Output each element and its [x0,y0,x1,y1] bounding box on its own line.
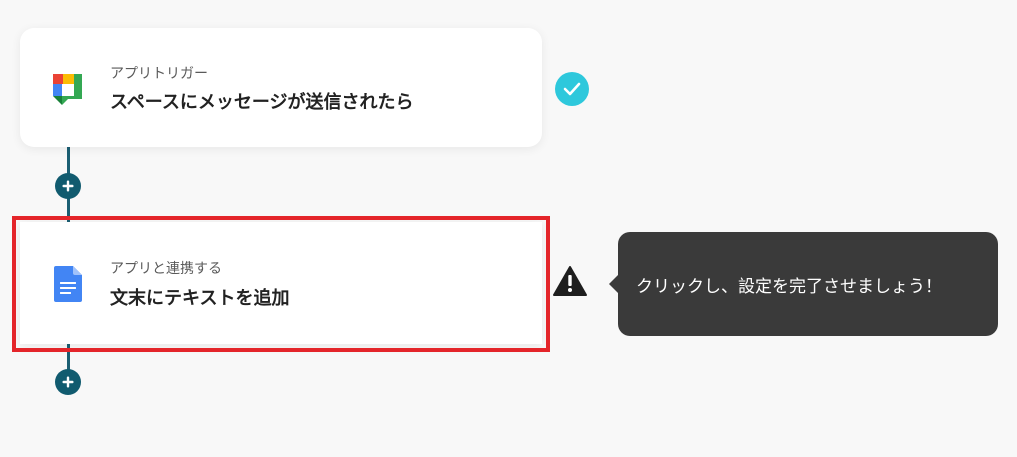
action-step-card[interactable] [20,222,542,344]
action-step-type-label: アプリと連携する [110,261,222,277]
trigger-step-type-label: アプリトリガー [110,66,208,82]
trigger-step-title: スペースにメッセージが送信されたら [110,92,414,113]
check-icon [563,82,581,96]
add-step-button[interactable] [55,369,81,395]
plus-icon [62,180,74,192]
warning-icon [553,266,587,296]
google-chat-icon [53,74,82,105]
tooltip-text: クリックし、設定を完了させましょう！ [636,276,942,297]
add-step-button[interactable] [55,173,81,199]
google-docs-icon [54,266,82,302]
step-complete-badge [555,72,589,106]
plus-icon [62,376,74,388]
action-step-title: 文末にテキストを追加 [110,288,290,309]
setup-hint-tooltip: クリックし、設定を完了させましょう！ [609,232,998,336]
